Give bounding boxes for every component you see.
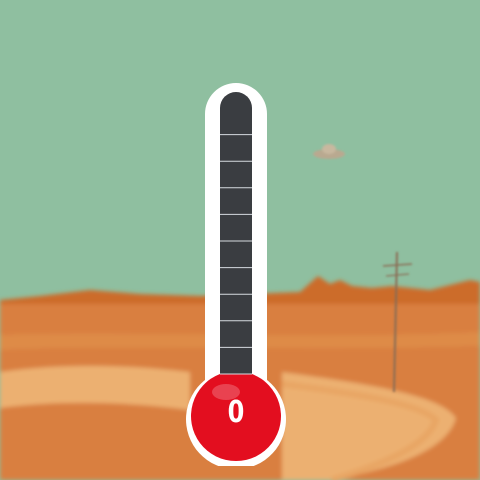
game-stage: 0 (0, 0, 480, 480)
thermometer-reading: 0 (227, 395, 245, 430)
